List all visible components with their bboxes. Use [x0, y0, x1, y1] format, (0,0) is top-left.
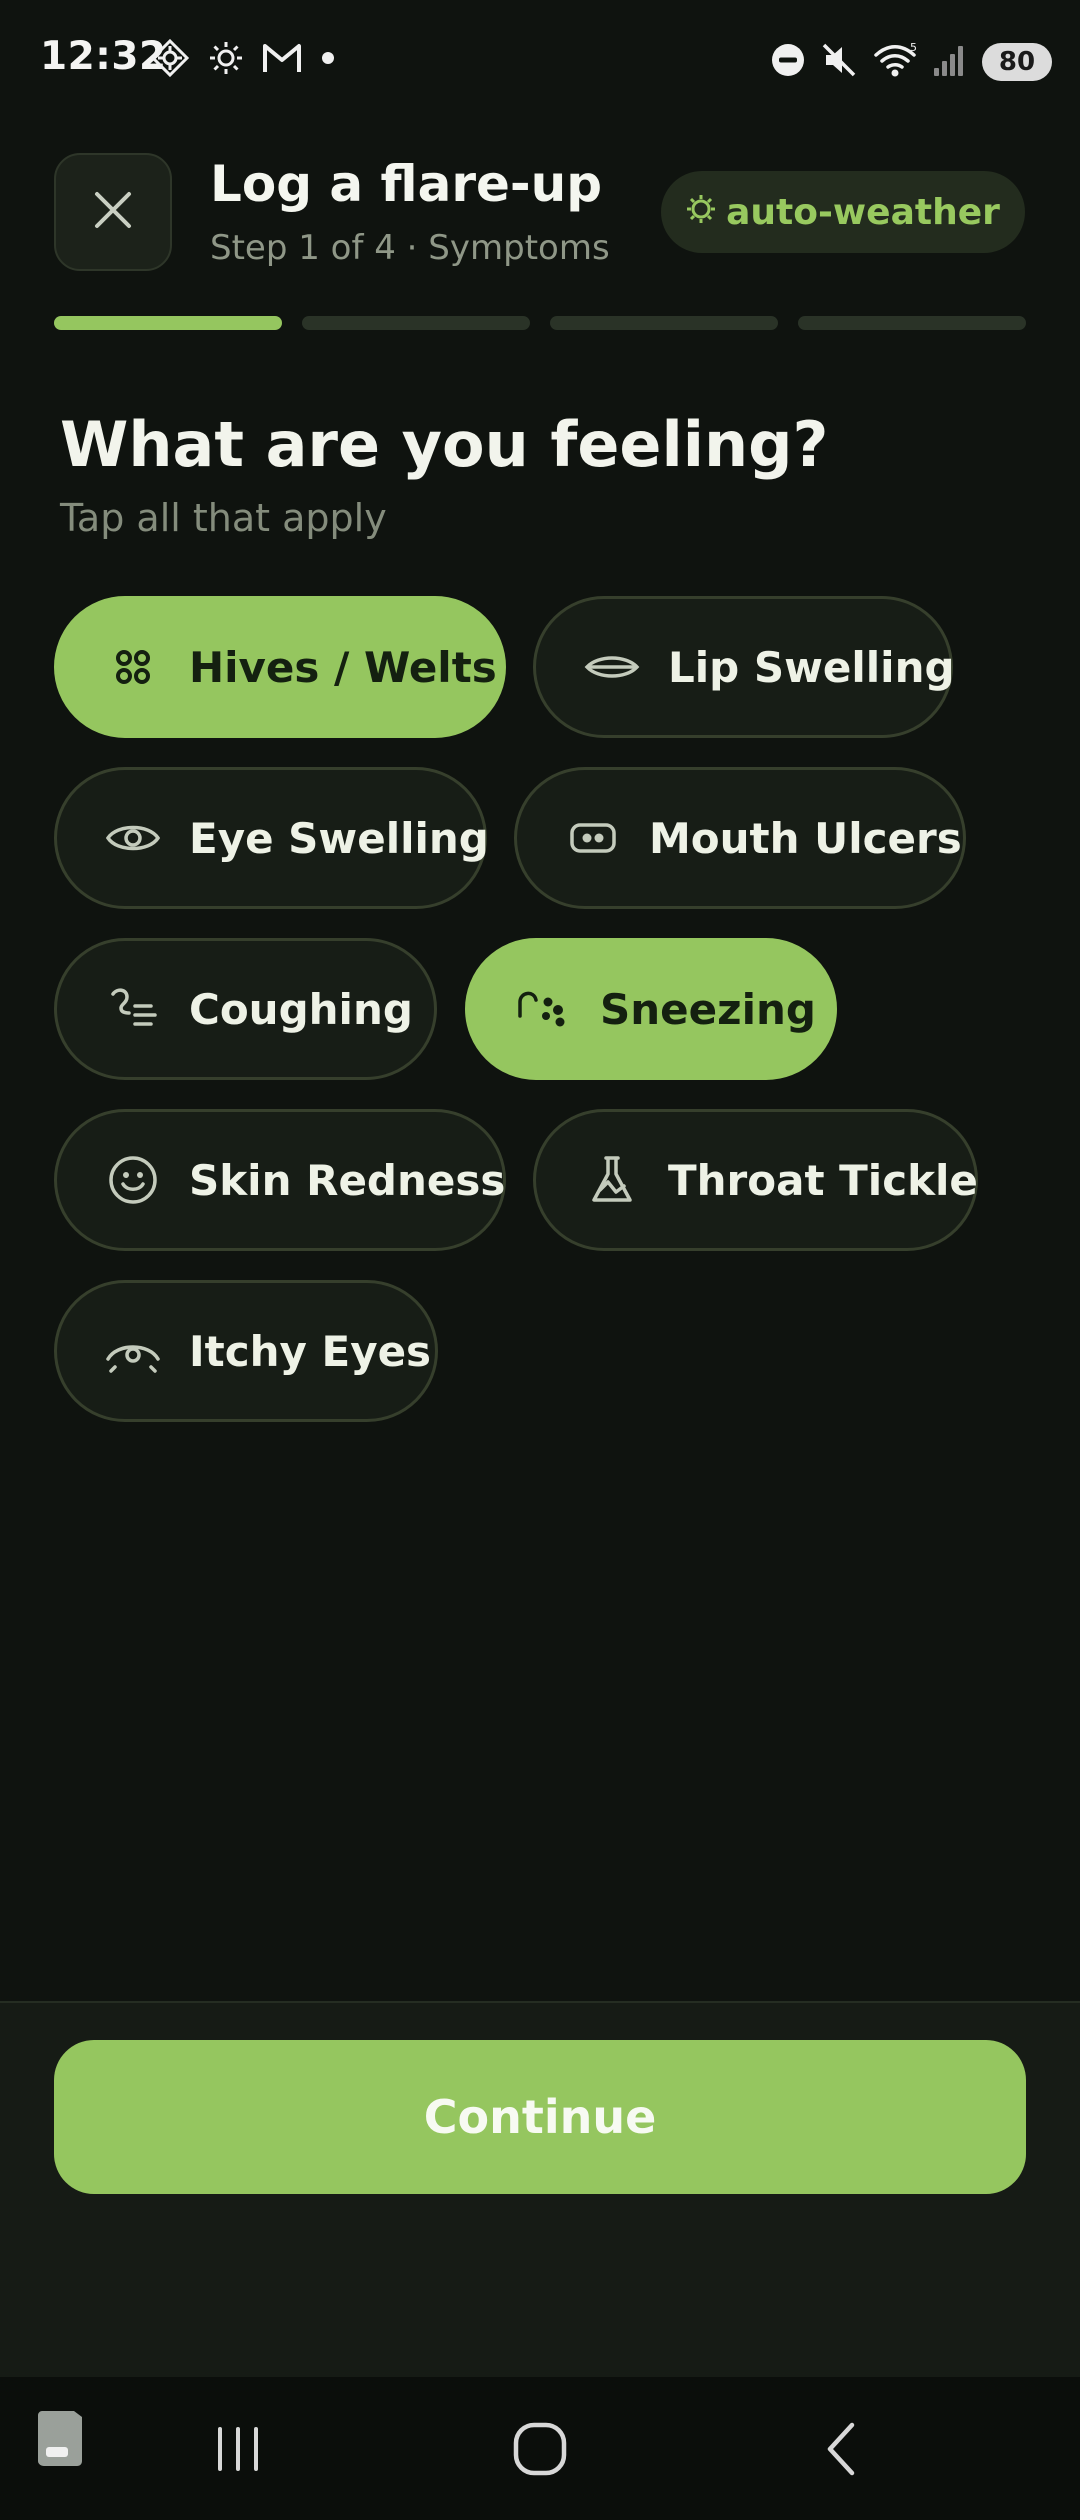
progress-step-2 [302, 316, 530, 330]
signal-icon [932, 42, 968, 82]
symptom-chip-lip-swelling[interactable]: Lip Swelling [533, 596, 955, 738]
step-progress [54, 316, 1026, 330]
close-button[interactable] [54, 153, 172, 271]
back-icon[interactable] [818, 2419, 868, 2483]
crosshair-diamond-icon [150, 38, 190, 82]
status-right-icons: 5 80 [770, 38, 1052, 86]
status-time: 12:32 [40, 34, 167, 79]
svg-text:5: 5 [910, 41, 917, 54]
gmail-icon [262, 42, 302, 78]
symptom-label: Lip Swelling [668, 642, 955, 692]
symptom-label: Hives / Welts [189, 642, 497, 692]
step-subtitle: Step 1 of 4 · Symptoms [210, 228, 610, 268]
app-switcher-icon[interactable] [34, 2407, 86, 2473]
status-bar: 12:32 5 80 [0, 0, 1080, 120]
symptom-chip-sneezing[interactable]: Sneezing [465, 938, 837, 1080]
symptom-label: Sneezing [600, 984, 816, 1034]
flask-icon [582, 1150, 642, 1210]
symptom-chip-hives[interactable]: Hives / Welts [54, 596, 506, 738]
symptom-label: Coughing [189, 984, 413, 1034]
do-not-disturb-icon [770, 42, 806, 82]
recents-icon[interactable] [210, 2421, 266, 2481]
battery-indicator: 80 [982, 43, 1052, 81]
symptom-chip-mouth-ulcers[interactable]: Mouth Ulcers [514, 767, 966, 909]
dot-icon [320, 50, 336, 70]
hives-icon [103, 637, 163, 697]
status-left-icons [150, 38, 336, 82]
progress-step-4 [798, 316, 1026, 330]
progress-step-3 [550, 316, 778, 330]
continue-button[interactable]: Continue [54, 2040, 1026, 2194]
symptom-chip-skin-redness[interactable]: Skin Redness [54, 1109, 506, 1251]
symptom-chip-coughing[interactable]: Coughing [54, 938, 437, 1080]
progress-step-1 [54, 316, 282, 330]
wifi-icon: 5 [872, 41, 918, 83]
symptom-chip-eye-swelling[interactable]: Eye Swelling [54, 767, 489, 909]
auto-weather-badge[interactable]: auto-weather [661, 171, 1025, 253]
symptom-chip-itchy-eyes[interactable]: Itchy Eyes [54, 1280, 438, 1422]
auto-weather-label: auto-weather [726, 191, 1000, 233]
symptom-label: Throat Tickle [668, 1155, 978, 1205]
brightness-icon [208, 40, 244, 80]
page-title: Log a flare-up [210, 155, 603, 213]
screen: 12:32 5 80 Log a flare-up Step 1 of 4 · … [0, 0, 1080, 2520]
close-icon [91, 188, 135, 236]
weather-sun-icon [686, 192, 716, 233]
symptom-chip-throat-tickle[interactable]: Throat Tickle [533, 1109, 978, 1251]
itchy-eye-icon [103, 1321, 163, 1381]
mute-icon [820, 41, 858, 83]
cough-icon [103, 979, 163, 1039]
symptom-label: Eye Swelling [189, 813, 489, 863]
sneeze-icon [514, 979, 574, 1039]
question-title: What are you feeling? [60, 408, 829, 481]
symptom-label: Mouth Ulcers [649, 813, 962, 863]
eye-icon [103, 808, 163, 868]
home-icon[interactable] [510, 2419, 570, 2483]
lips-icon [582, 637, 642, 697]
question-hint: Tap all that apply [60, 496, 387, 540]
smiley-icon [103, 1150, 163, 1210]
mouth-icon [563, 808, 623, 868]
system-nav-bar [0, 2377, 1080, 2520]
symptom-label: Itchy Eyes [189, 1326, 432, 1376]
symptom-label: Skin Redness [189, 1155, 506, 1205]
